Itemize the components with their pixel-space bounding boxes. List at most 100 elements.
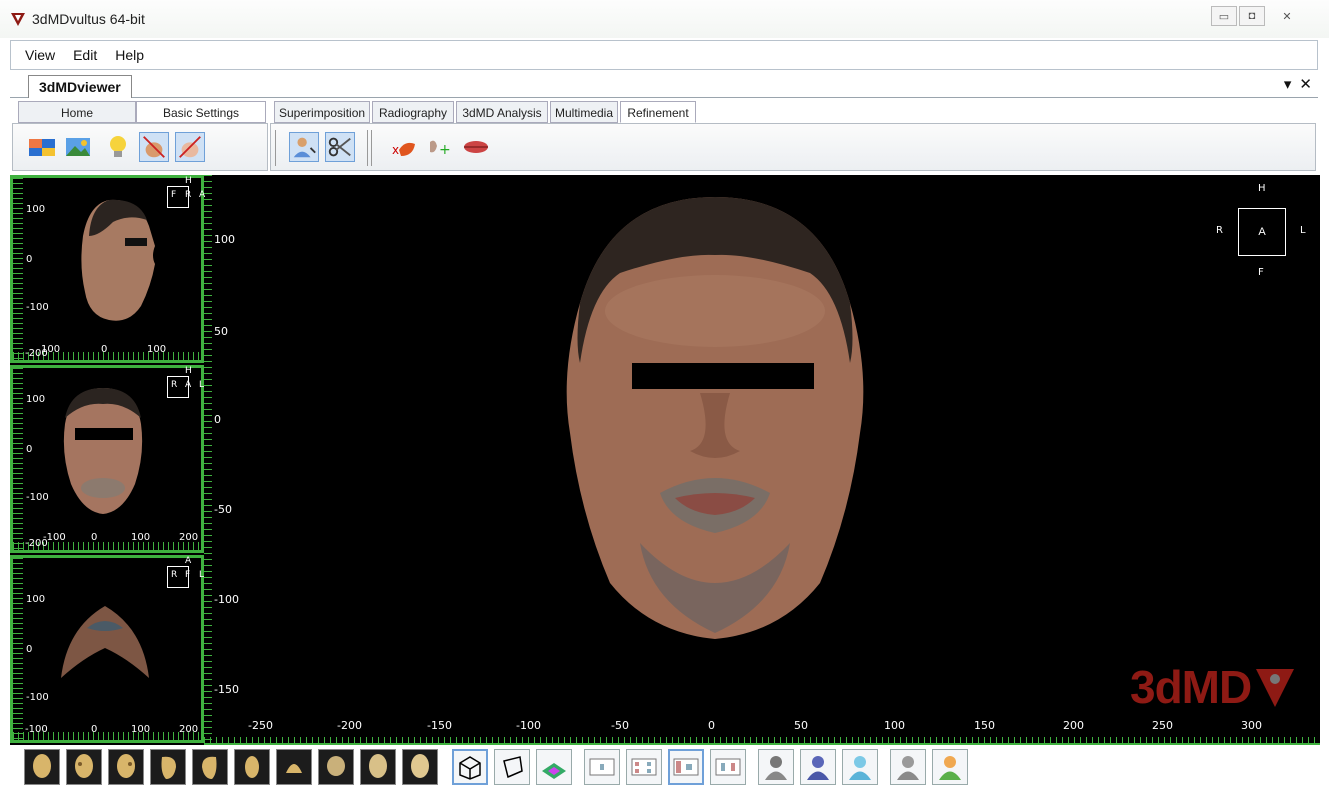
horizontal-tick-label: -250 <box>248 719 273 732</box>
head-view-5-button[interactable] <box>192 749 228 785</box>
scissors-icon[interactable] <box>325 132 355 162</box>
document-dropdown-icon[interactable]: ▾ <box>1284 75 1292 93</box>
orientation-label: R <box>185 190 192 200</box>
head-view-8-button[interactable] <box>318 749 354 785</box>
scan-mask-tool-icon[interactable] <box>175 132 205 162</box>
svg-text:+: + <box>439 142 451 158</box>
3dmd-watermark: 3dMD <box>1130 661 1252 713</box>
head-view-3-button[interactable] <box>108 749 144 785</box>
tick-label: 0 <box>91 532 98 543</box>
thumbnail-bottom-view[interactable]: 100 0 -100 -100 0 100 200 A R F L <box>10 555 204 743</box>
orientation-label: F <box>171 190 177 200</box>
head-view-2-button[interactable] <box>66 749 102 785</box>
perspective-cube-button[interactable] <box>494 749 530 785</box>
tick-label: 0 <box>26 254 33 265</box>
tab-refinement[interactable]: Refinement <box>620 101 696 123</box>
layout-quad-button[interactable] <box>626 749 662 785</box>
tick-label: 100 <box>131 724 151 735</box>
remove-region-icon[interactable]: x <box>389 132 419 162</box>
horizontal-tick-label: -100 <box>516 719 541 732</box>
head-view-10-button[interactable] <box>402 749 438 785</box>
orientation-cube[interactable]: A <box>1238 208 1286 256</box>
document-close-icon[interactable]: ✕ <box>1299 75 1312 93</box>
main-ruler-baseline <box>204 743 1320 745</box>
tab-3dmd-analysis[interactable]: 3dMD Analysis <box>456 101 548 123</box>
user-cyan-button[interactable] <box>842 749 878 785</box>
orientation-bottom-label: F <box>1258 267 1264 278</box>
minimize-icon: ▭ <box>1218 10 1230 23</box>
mesh-user-gray-button[interactable] <box>758 749 794 785</box>
toolbar-separator <box>275 130 276 166</box>
orientation-label: H <box>185 176 192 186</box>
tick-label: 100 <box>26 204 46 215</box>
tick-label: 100 <box>26 394 46 405</box>
lips-icon[interactable] <box>461 132 491 162</box>
tick-label: 100 <box>131 532 151 543</box>
head-bottom-icon <box>327 756 345 776</box>
tab-basic-settings[interactable]: Basic Settings <box>136 101 266 123</box>
tab-radiography[interactable]: Radiography <box>372 101 454 123</box>
vertical-tick-label: -150 <box>214 683 239 696</box>
horizontal-tick-label: -200 <box>337 719 362 732</box>
head-view-7-button[interactable] <box>276 749 312 785</box>
layout-dual-button[interactable] <box>710 749 746 785</box>
tab-home[interactable]: Home <box>18 101 136 123</box>
tick-label: -100 <box>26 692 49 703</box>
user-gray-button[interactable] <box>890 749 926 785</box>
user-green-button[interactable] <box>932 749 968 785</box>
menu-edit[interactable]: Edit <box>73 47 97 63</box>
perspective-cube-icon <box>503 756 523 779</box>
head-left-icon <box>75 754 93 778</box>
menu-help[interactable]: Help <box>115 47 144 63</box>
head-view-9-button[interactable] <box>360 749 396 785</box>
head-oblique-left-icon <box>369 754 387 778</box>
tick-label: 100 <box>26 594 46 605</box>
tick-label: -100 <box>25 724 48 735</box>
thumbnail-front-view[interactable]: 100 0 -100 -200 -100 0 100 200 H R A L <box>10 365 204 553</box>
wireframe-cube-button[interactable] <box>452 749 488 785</box>
head-back-icon <box>245 756 259 778</box>
orientation-label: R <box>171 380 178 390</box>
head-profile-left-icon <box>161 756 176 779</box>
head-view-1-button[interactable] <box>24 749 60 785</box>
main-face-model[interactable] <box>550 193 880 641</box>
close-window-button[interactable]: ✕ <box>1267 6 1307 26</box>
maximize-button[interactable]: ◘ <box>1239 6 1265 26</box>
user-cyan-icon <box>849 756 871 780</box>
tick-label: 200 <box>179 532 199 543</box>
3d-viewport[interactable]: 100 0 -100 -200 100 0 100 H R F A 100 0 … <box>10 175 1320 745</box>
texture-mode-button[interactable] <box>536 749 572 785</box>
landscape-image-icon[interactable] <box>63 132 93 162</box>
scan-head-tool-icon[interactable] <box>139 132 169 162</box>
vertical-tick-label: 0 <box>214 413 221 426</box>
minimize-button[interactable]: ▭ <box>1211 6 1237 26</box>
tab-multimedia[interactable]: Multimedia <box>550 101 618 123</box>
tab-superimposition[interactable]: Superimposition <box>274 101 370 123</box>
user-edit-icon[interactable] <box>289 132 319 162</box>
horizontal-tick-label: 50 <box>794 719 808 732</box>
layout-single-button[interactable] <box>584 749 620 785</box>
head-view-6-button[interactable] <box>234 749 270 785</box>
tick-label: -100 <box>26 492 49 503</box>
orientation-label: H <box>185 366 192 376</box>
document-tab-3dmdviewer[interactable]: 3dMDviewer <box>28 75 132 98</box>
tick-label: 0 <box>26 444 33 455</box>
color-map-icon[interactable] <box>27 132 57 162</box>
thumbnail-side-view[interactable]: 100 0 -100 -200 100 0 100 H R F A <box>10 175 205 363</box>
mesh-user-blue-button[interactable] <box>800 749 836 785</box>
maximize-icon: ◘ <box>1248 10 1256 22</box>
bottom-face-image <box>61 606 149 678</box>
lightbulb-icon[interactable] <box>103 132 133 162</box>
front-face-image <box>63 388 143 514</box>
document-tab-bar: 3dMDviewer ▾ ✕ <box>10 72 1318 98</box>
thumb-ruler-vertical <box>13 368 23 550</box>
layout-side-button[interactable] <box>668 749 704 785</box>
add-region-icon[interactable]: + <box>425 132 455 162</box>
horizontal-tick-label: -50 <box>611 719 629 732</box>
head-view-4-button[interactable] <box>150 749 186 785</box>
texture-map-icon <box>542 763 566 779</box>
menu-view[interactable]: View <box>25 47 55 63</box>
user-green-icon <box>939 756 961 780</box>
main-ruler-vertical <box>204 175 212 745</box>
mesh-user-gray-icon <box>765 756 787 780</box>
